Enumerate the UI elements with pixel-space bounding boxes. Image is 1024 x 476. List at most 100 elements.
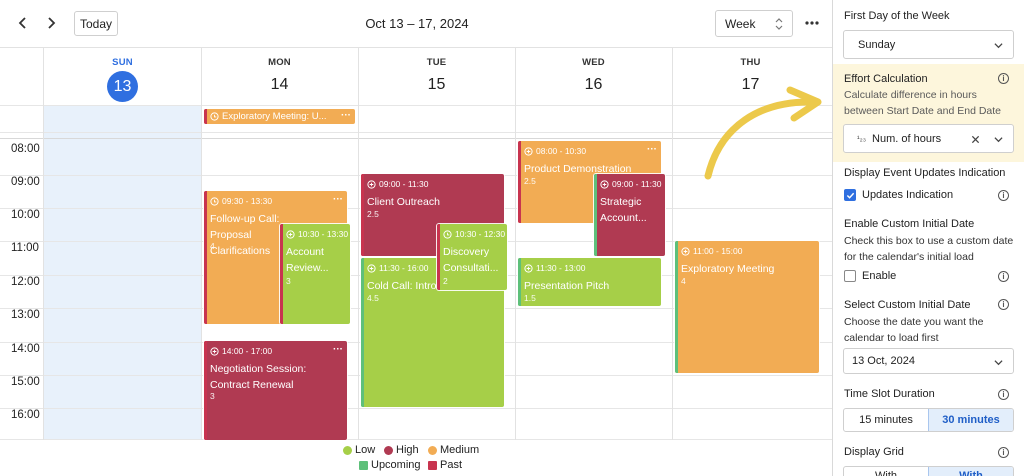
event-menu-icon[interactable]: ··· [341, 110, 351, 121]
day-number: 16 [584, 76, 603, 93]
today-button[interactable]: Today [74, 11, 118, 36]
grid-line [0, 439, 832, 440]
day-name: MON [268, 57, 291, 68]
event-menu-icon[interactable]: ··· [333, 344, 343, 355]
prev-week-button[interactable] [12, 12, 34, 34]
event-card[interactable]: 10:30 - 13:30 Account Review... 3 [280, 224, 350, 324]
initial-date-value: 13 Oct, 2024 [852, 355, 915, 367]
updates-label: Display Event Updates Indication [844, 167, 1006, 179]
event-title: Presentation Pitch [524, 280, 610, 292]
day-number: 14 [270, 76, 289, 93]
view-select[interactable]: Week [715, 10, 793, 37]
legend-label: Upcoming [371, 459, 421, 471]
day-header-wed[interactable]: WED 16 [515, 48, 672, 105]
event-card[interactable]: 14:00 - 17:00 ··· Negotiation Session: C… [204, 341, 347, 440]
effort-description: Calculate difference in hours between St… [844, 89, 1002, 117]
event-title: Follow-up Call: Proposal Clarifications [210, 213, 280, 257]
info-icon[interactable]: i [998, 389, 1009, 400]
today-column-highlight [44, 105, 201, 440]
info-icon[interactable]: i [998, 447, 1009, 458]
next-week-button[interactable] [40, 12, 62, 34]
event-menu-icon[interactable]: ··· [333, 194, 343, 205]
event-card[interactable]: 09:00 - 11:30 Strategic Account... [594, 174, 665, 256]
effort-label: Effort Calculation [844, 73, 928, 85]
sort-arrows-icon [775, 18, 783, 30]
event-time-text: 11:30 - 13:00 [536, 263, 586, 273]
plus-circle-icon [367, 179, 376, 189]
time-label: 14:00 [11, 343, 40, 355]
grid-line [201, 48, 202, 440]
status-bar [518, 258, 521, 306]
grid-line [358, 48, 359, 440]
event-time-text: 09:00 - 11:30 [379, 179, 429, 189]
chevron-down-icon [994, 360, 1003, 366]
day-header-thu[interactable]: THU 17 [672, 48, 829, 105]
event-title: Client Outreach [367, 196, 440, 208]
status-bar [280, 224, 283, 324]
first-day-select[interactable]: Sunday [843, 30, 1014, 59]
grid-option-1[interactable]: With [844, 467, 928, 476]
event-time: 09:00 - 11:30 [600, 179, 661, 189]
event-effort: 2.5 [524, 176, 536, 186]
custom-date-description: Check this box to use a custom date for … [844, 235, 1014, 263]
legend-item-medium: Medium [428, 444, 479, 456]
allday-event[interactable]: Exploratory Meeting: U... ··· [204, 109, 355, 124]
status-bar [204, 341, 207, 440]
chevron-left-icon [18, 17, 26, 29]
plus-circle-icon [524, 146, 533, 156]
legend-label: Past [440, 459, 463, 471]
status-bar [204, 191, 207, 324]
clear-icon[interactable] [971, 135, 980, 144]
event-title: Strategic Account... [600, 196, 647, 224]
event-effort: 2 [443, 276, 448, 286]
info-icon[interactable]: i [998, 190, 1009, 201]
event-time: 10:30 - 12:30 [443, 229, 505, 239]
event-effort: 3 [286, 276, 291, 286]
grid-option-2[interactable]: With [928, 467, 1013, 476]
day-header-mon[interactable]: MON 14 [201, 48, 358, 105]
event-title: Discovery Consultati... [443, 246, 499, 274]
event-time: 11:30 - 13:00 [524, 263, 585, 273]
legend-label: Low [355, 444, 376, 456]
grid-line [43, 48, 44, 440]
select-date-label: Select Custom Initial Date [844, 299, 971, 311]
slot-option-30[interactable]: 30 minutes [928, 409, 1013, 431]
status-bar [437, 224, 440, 290]
plus-circle-icon [600, 179, 609, 189]
day-header-sun[interactable]: SUN 13 [44, 48, 201, 105]
event-time-text: 14:00 - 17:00 [222, 346, 273, 356]
updates-checkbox[interactable] [844, 189, 856, 201]
grid-line [0, 105, 832, 106]
legend-item-upcoming: Upcoming [359, 459, 421, 471]
event-time: 14:00 - 17:00 [210, 346, 272, 356]
more-options-button[interactable] [801, 11, 823, 35]
plus-circle-icon [524, 263, 533, 273]
slot-option-15[interactable]: 15 minutes [844, 409, 928, 431]
day-name: SUN [112, 57, 133, 68]
event-effort: 2.5 [367, 209, 379, 219]
event-title: Negotiation Session: Contract Renewal [210, 363, 307, 391]
updates-checkbox-label: Updates Indication [862, 189, 954, 201]
enable-checkbox[interactable] [844, 270, 856, 282]
info-icon[interactable]: i [998, 271, 1009, 282]
info-icon[interactable]: i [998, 73, 1009, 84]
legend-item-high: High [384, 444, 419, 456]
legend-label: High [396, 444, 419, 456]
legend-item-low: Low [343, 444, 375, 456]
event-card[interactable]: 10:30 - 12:30 Discovery Consultati... 2 [437, 224, 507, 290]
day-header-tue[interactable]: TUE 15 [358, 48, 515, 105]
initial-date-select[interactable]: 13 Oct, 2024 [843, 348, 1014, 374]
plus-circle-icon [367, 263, 376, 273]
info-icon[interactable]: i [998, 299, 1009, 310]
event-card[interactable]: 11:00 - 15:00 Exploratory Meeting 4 [675, 241, 819, 373]
grid-line [0, 138, 832, 139]
grid-line [672, 48, 673, 440]
first-day-value: Sunday [858, 38, 896, 51]
event-card[interactable]: 11:30 - 13:00 Presentation Pitch 1.5 [518, 258, 661, 306]
event-title: Account Review... [286, 246, 329, 274]
event-title: Exploratory Meeting: U... [222, 111, 327, 122]
effort-select[interactable]: ¹₂₃ Num. of hours [843, 124, 1014, 153]
calendar-view: Today Oct 13 – 17, 2024 Week SUN 13 MON … [0, 0, 832, 476]
event-menu-icon[interactable]: ··· [647, 144, 657, 155]
plus-circle-icon [210, 346, 219, 356]
